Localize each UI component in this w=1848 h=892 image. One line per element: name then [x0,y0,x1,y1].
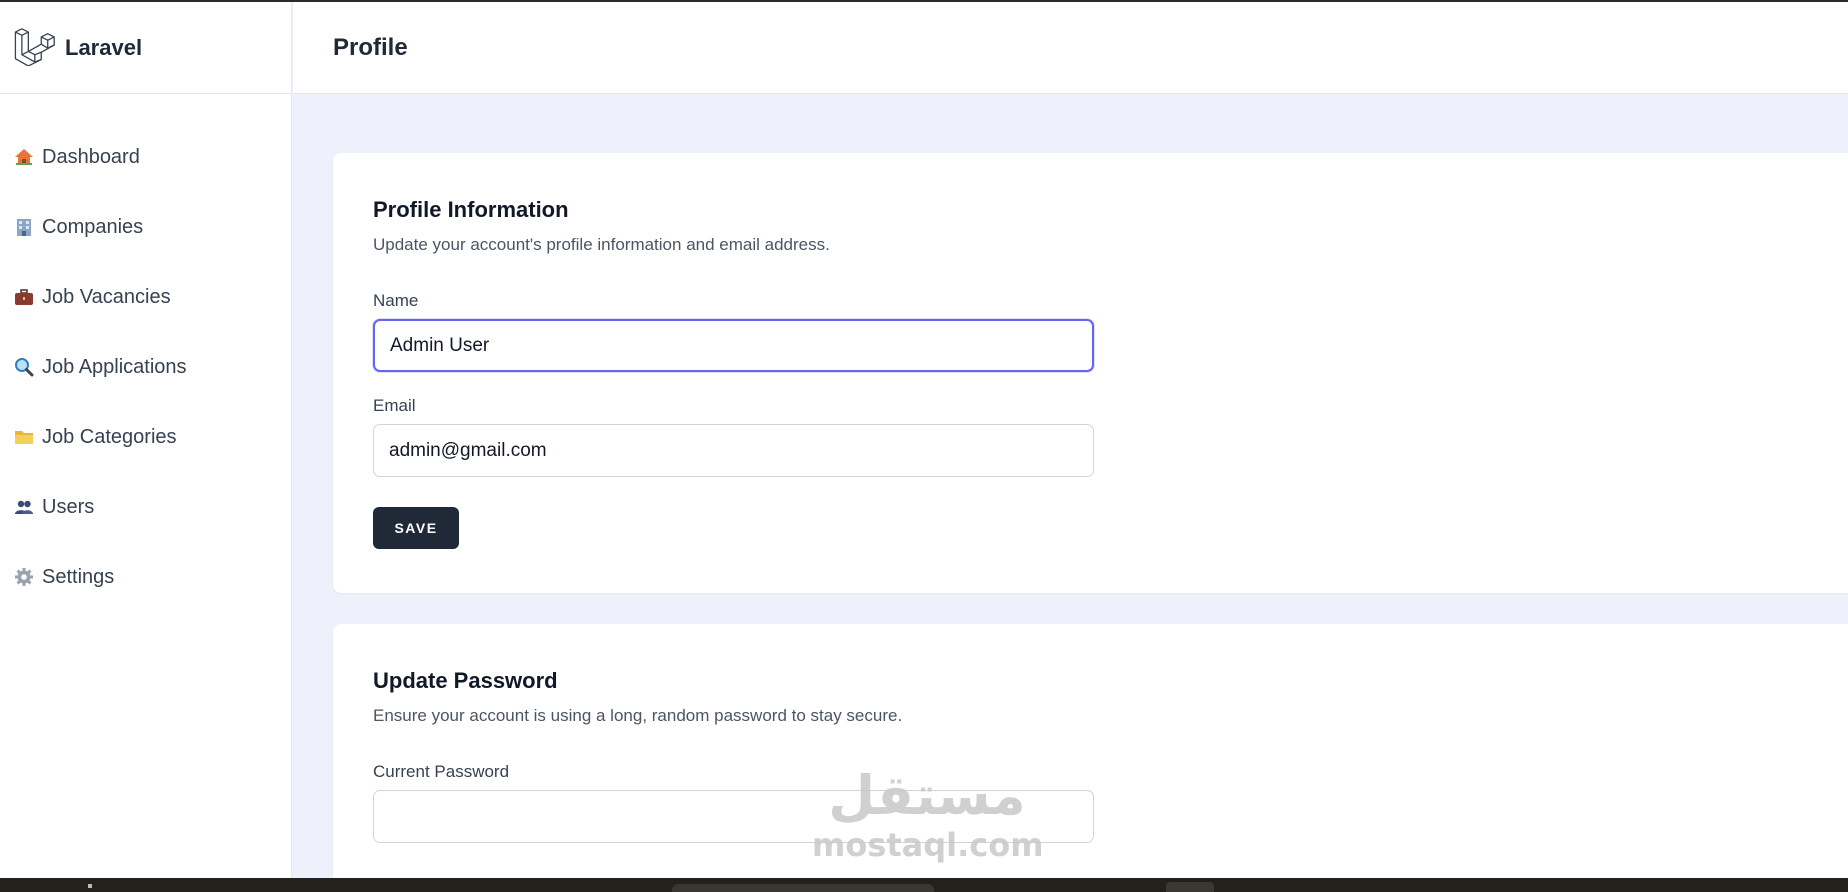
sidebar-item-label: Users [42,495,95,518]
current-password-label: Current Password [373,762,510,781]
update-password-subtitle: Ensure your account is using a long, ran… [373,706,903,725]
office-building-icon [13,216,35,238]
email-field-group: Email [373,396,1848,477]
mostaql-watermark: مستقل mostaql.com [812,764,1044,875]
sidebar-item-users[interactable]: Users [0,472,291,542]
laravel-logo-icon [13,24,55,71]
taskbar-search-box[interactable] [672,884,934,892]
taskbar-app-icon[interactable] [1166,882,1214,892]
save-button[interactable]: SAVE [373,507,459,549]
sidebar-item-job-vacancies[interactable]: Job Vacancies [0,262,291,332]
profile-information-subtitle: Update your account's profile informatio… [373,235,830,254]
house-icon [13,146,35,168]
sidebar-item-companies[interactable]: Companies [0,192,291,262]
page-header: Profile [293,2,1848,94]
email-label: Email [373,396,416,415]
brand-name: Laravel [65,34,143,60]
sidebar-item-label: Companies [42,215,144,238]
name-field-group: Name [373,291,1848,372]
folder-icon [13,426,35,448]
email-input[interactable] [373,424,1094,477]
sidebar-item-job-applications[interactable]: Job Applications [0,332,291,402]
sidebar-item-label: Job Applications [42,355,187,378]
page-title: Profile [333,33,408,61]
current-password-field-group: Current Password [373,762,1848,843]
taskbar-indicator [88,884,92,888]
update-password-card: Update Password Ensure your account is u… [333,624,1848,884]
profile-information-title: Profile Information [373,197,569,222]
sidebar-item-dashboard[interactable]: Dashboard [0,122,291,192]
brand[interactable]: Laravel [0,2,291,94]
watermark-arabic: مستقل [828,764,1026,827]
users-icon [13,496,35,518]
taskbar [0,878,1848,892]
sidebar-item-label: Settings [42,565,115,588]
sidebar-item-job-categories[interactable]: Job Categories [0,402,291,472]
sidebar-item-label: Job Categories [42,425,177,448]
sidebar-item-label: Job Vacancies [42,285,171,308]
update-password-title: Update Password [373,668,558,693]
briefcase-icon [13,286,35,308]
sidebar: Laravel Dashboard Companies Job Vacancie… [0,2,292,878]
profile-information-card: Profile Information Update your account'… [333,153,1848,593]
gear-icon [13,566,35,588]
sidebar-item-label: Dashboard [42,145,140,168]
name-label: Name [373,291,419,310]
name-input[interactable] [373,319,1094,372]
watermark-latin: mostaql.com [812,826,1044,864]
sidebar-item-settings[interactable]: Settings [0,542,291,612]
magnifier-icon [13,356,35,378]
sidebar-nav: Dashboard Companies Job Vacancies Job Ap… [0,94,291,612]
